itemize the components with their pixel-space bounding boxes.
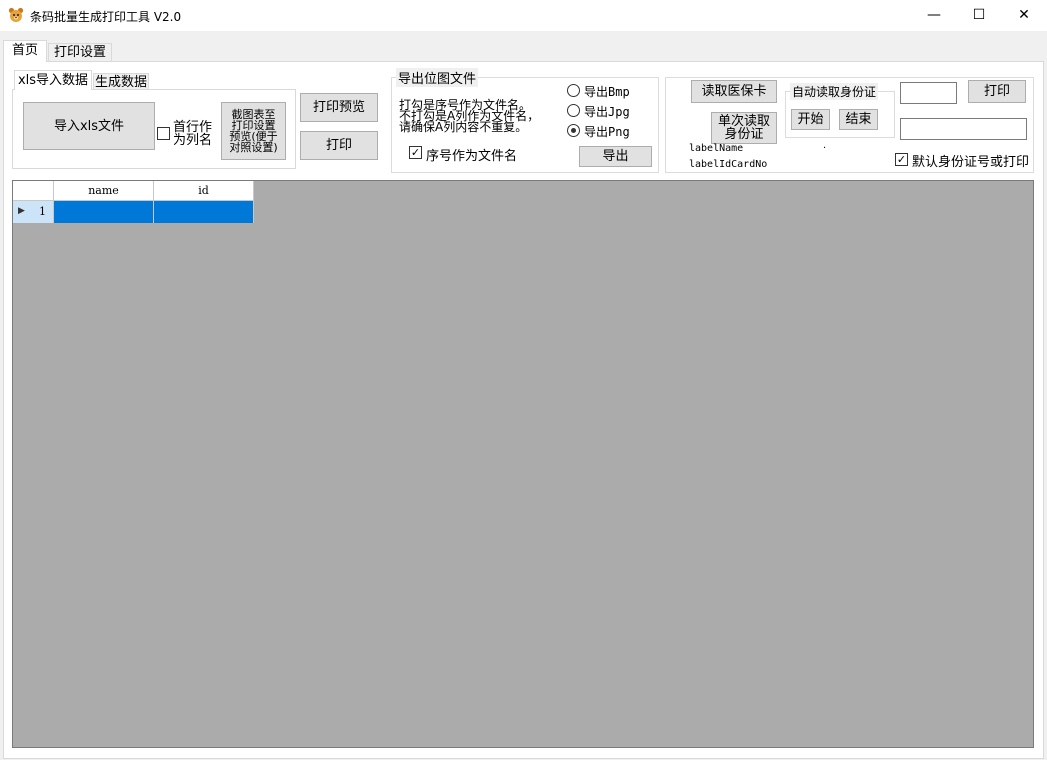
serial-as-filename-checkbox[interactable]: ✓	[409, 146, 422, 159]
screenshot-to-print-settings-button[interactable]: 截图表至 打印设置 预览(便于 对照设置)	[221, 102, 286, 160]
tab-generate-data[interactable]: 生成数据	[93, 73, 149, 90]
print-button[interactable]: 打印	[300, 131, 378, 160]
first-row-header-checkbox[interactable]	[157, 127, 170, 140]
read-medical-card-button[interactable]: 读取医保卡	[691, 80, 777, 103]
id-top-input[interactable]	[900, 82, 957, 104]
default-print-label: 默认身份证号或打印	[912, 155, 1030, 170]
export-bmp-radio[interactable]	[567, 84, 580, 97]
tab-xls-import[interactable]: xls导入数据	[14, 70, 92, 90]
data-grid[interactable]: name id ▶ 1	[12, 180, 1034, 748]
card-print-button[interactable]: 打印	[968, 80, 1026, 103]
label-id-card-no: labelIdCardNo	[689, 159, 768, 170]
export-jpg-label: 导出Jpg	[584, 105, 630, 119]
serial-as-filename-label: 序号作为文件名	[426, 149, 518, 164]
minimize-button[interactable]: —	[911, 0, 957, 31]
id-bottom-input[interactable]	[900, 118, 1027, 140]
grid-column-header-id[interactable]: id	[154, 181, 254, 201]
auto-read-stop-button[interactable]: 结束	[839, 109, 878, 130]
grid-cell-id[interactable]	[154, 201, 254, 223]
close-button[interactable]: ✕	[1001, 0, 1047, 31]
bear-icon	[8, 7, 24, 23]
auto-read-start-button[interactable]: 开始	[791, 109, 830, 130]
title-bar: 条码批量生成打印工具 V2.0 — ☐ ✕	[0, 0, 1047, 31]
export-button[interactable]: 导出	[579, 146, 652, 167]
export-jpg-radio[interactable]	[567, 104, 580, 117]
tab-home[interactable]: 首页	[3, 40, 47, 62]
export-png-radio[interactable]	[567, 124, 580, 137]
first-row-header-label: 首行作 为列名	[173, 120, 213, 148]
tab-print-settings[interactable]: 打印设置	[48, 43, 112, 61]
single-read-id-card-button[interactable]: 单次读取 身份证	[711, 112, 777, 144]
auto-read-id-group-title: 自动读取身份证	[790, 83, 879, 100]
window-title: 条码批量生成打印工具 V2.0	[30, 10, 182, 24]
import-xls-button[interactable]: 导入xls文件	[23, 102, 155, 150]
grid-corner-header[interactable]	[13, 181, 54, 201]
grid-cell-name[interactable]	[54, 201, 154, 223]
maximize-button[interactable]: ☐	[956, 0, 1002, 31]
export-bitmap-group-title: 导出位图文件	[396, 68, 479, 87]
label-name: labelName	[689, 143, 744, 154]
export-hint: 打勾是序号作为文件名。 不打勾是A列作为文件名， 请确保A列内容不重复。	[399, 98, 540, 134]
export-bmp-label: 导出Bmp	[584, 85, 630, 99]
grid-row-index: 1	[39, 205, 46, 218]
print-preview-button[interactable]: 打印预览	[300, 93, 378, 122]
grid-row-header[interactable]: ▶ 1	[13, 201, 54, 223]
default-print-checkbox[interactable]: ✓	[895, 153, 908, 166]
grid-column-header-name[interactable]: name	[54, 181, 154, 201]
status-dot: ·	[823, 143, 827, 154]
row-indicator-icon: ▶	[18, 206, 25, 216]
export-png-label: 导出Png	[584, 125, 630, 139]
